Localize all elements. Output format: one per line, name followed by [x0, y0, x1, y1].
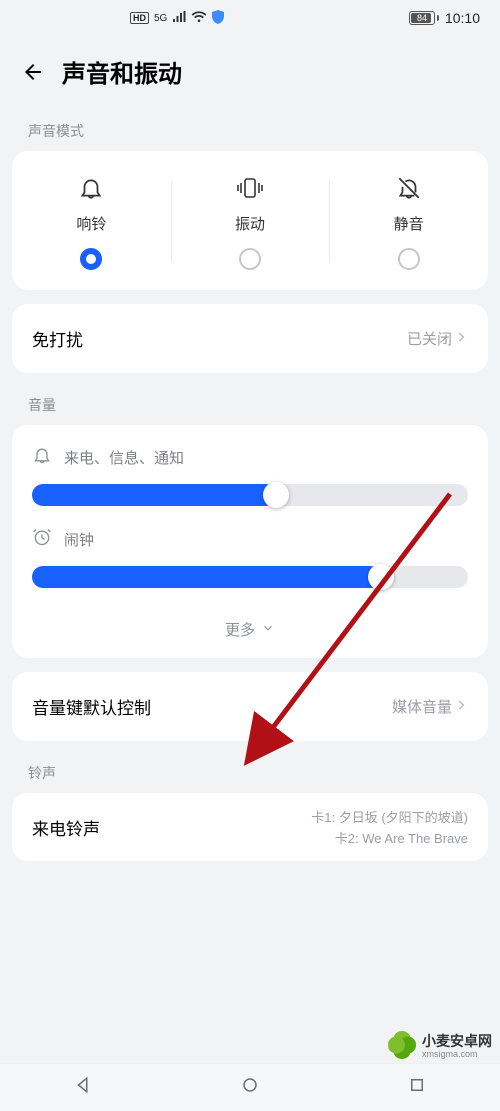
slider-thumb-icon[interactable] [368, 564, 394, 590]
navigation-bar [0, 1063, 500, 1111]
section-label-volume: 音量 [0, 373, 500, 425]
dnd-title: 免打扰 [32, 326, 83, 351]
watermark-logo-icon [388, 1031, 416, 1059]
sound-mode-card: 响铃 振动 静音 [12, 151, 488, 290]
more-button[interactable]: 更多 [32, 609, 468, 646]
battery-icon: 84 [409, 11, 439, 25]
volume-alarm: 闹钟 [32, 527, 468, 589]
slider-thumb-icon[interactable] [263, 482, 289, 508]
ringtone-row[interactable]: 来电铃声 卡1: 夕日坂 (夕阳下的坡道) 卡2: We Are The Bra… [12, 793, 488, 861]
clock: 10:10 [445, 10, 480, 26]
radio-vibrate[interactable] [239, 248, 261, 270]
status-bar: HD 5G 84 10:10 [0, 0, 500, 36]
back-button[interactable] [20, 59, 46, 85]
mode-vibrate-label: 振动 [235, 213, 265, 234]
nav-home-button[interactable] [211, 1066, 289, 1109]
radio-mute[interactable] [398, 248, 420, 270]
page-header: 声音和振动 [0, 36, 500, 113]
ringtone-title: 来电铃声 [32, 815, 100, 840]
watermark-text: 小麦安卓网 [422, 1033, 492, 1049]
network-indicator: 5G [154, 13, 167, 24]
page-title: 声音和振动 [62, 54, 182, 89]
vol-key-ctrl-row[interactable]: 音量键默认控制 媒体音量 [12, 672, 488, 741]
chevron-right-icon [454, 330, 468, 348]
chevron-down-icon [261, 621, 275, 639]
mode-mute-label: 静音 [394, 213, 424, 234]
ringtone-sim1: 卡1: 夕日坂 (夕阳下的坡道) [311, 807, 468, 826]
section-label-sound-mode: 声音模式 [0, 113, 500, 151]
vol-key-ctrl-value: 媒体音量 [392, 696, 452, 717]
section-label-ringtone: 铃声 [0, 741, 500, 793]
volume-incoming: 来电、信息、通知 [32, 445, 468, 507]
signal-icon [172, 11, 186, 26]
watermark: 小麦安卓网 xmsigma.com [388, 1031, 492, 1059]
bell-outline-icon [32, 445, 52, 469]
nav-recents-button[interactable] [378, 1066, 456, 1109]
vibrate-icon [235, 173, 265, 203]
mode-mute[interactable]: 静音 [329, 173, 488, 270]
volume-incoming-label: 来电、信息、通知 [64, 447, 184, 468]
chevron-right-icon [454, 698, 468, 716]
more-label: 更多 [225, 619, 255, 640]
nav-back-button[interactable] [44, 1066, 122, 1109]
shield-icon [212, 10, 224, 27]
wifi-icon [191, 11, 207, 26]
mode-ring[interactable]: 响铃 [12, 173, 171, 270]
arrow-left-icon [21, 60, 45, 84]
radio-ring[interactable] [80, 248, 102, 270]
mode-ring-label: 响铃 [76, 213, 106, 234]
mode-vibrate[interactable]: 振动 [171, 173, 330, 270]
slider-incoming[interactable] [32, 483, 468, 507]
bell-off-icon [396, 173, 422, 203]
vol-key-ctrl-title: 音量键默认控制 [32, 694, 151, 719]
dnd-value: 已关闭 [407, 328, 452, 349]
clock-icon [32, 527, 52, 551]
watermark-sub: xmsigma.com [422, 1049, 492, 1059]
slider-alarm[interactable] [32, 565, 468, 589]
dnd-row[interactable]: 免打扰 已关闭 [12, 304, 488, 373]
bell-icon [78, 173, 104, 203]
hd-icon: HD [130, 12, 149, 24]
volume-alarm-label: 闹钟 [64, 529, 94, 550]
volume-card: 来电、信息、通知 闹钟 更多 [12, 425, 488, 658]
ringtone-sim2: 卡2: We Are The Brave [335, 828, 468, 847]
